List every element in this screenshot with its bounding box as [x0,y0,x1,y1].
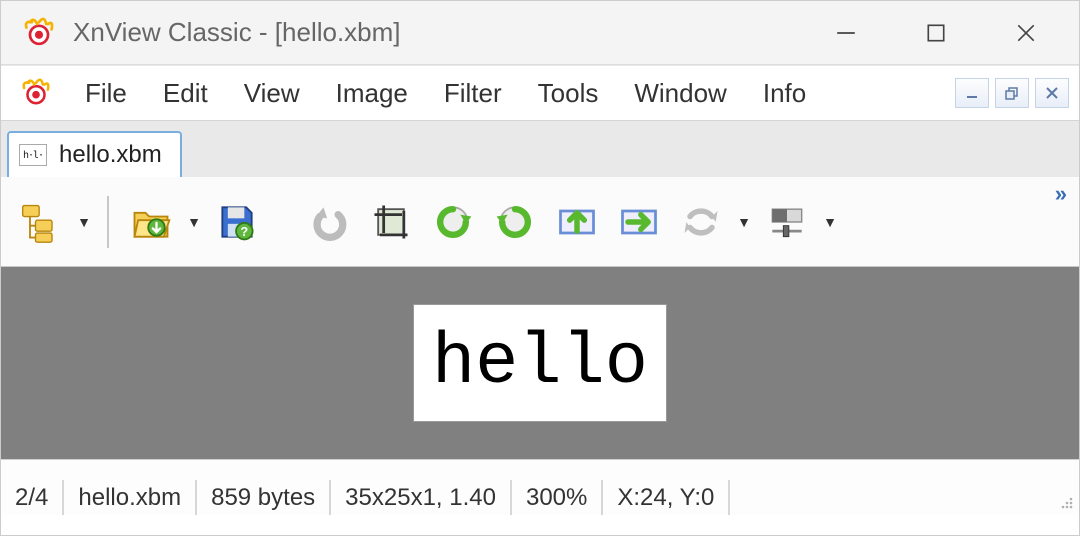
status-cursor: X:24, Y:0 [603,480,730,515]
save-button[interactable]: ? [209,194,265,250]
status-filename: hello.xbm [64,480,197,515]
close-button[interactable] [981,1,1071,65]
refresh-button[interactable] [673,194,729,250]
image-content: hello [432,327,648,399]
app-logo-icon [19,76,53,110]
mdi-close-button[interactable] [1035,78,1069,108]
slider-icon [765,200,809,244]
refresh-dropdown[interactable]: ▼ [735,194,753,250]
arrow-up-frame-icon [555,200,599,244]
rotate-cw-icon [493,200,537,244]
adjust-dropdown[interactable]: ▼ [821,194,839,250]
tab-active[interactable]: h·l· hello.xbm [7,131,182,177]
browse-tree-icon [19,200,63,244]
resize-grip-icon[interactable] [1051,480,1079,515]
titlebar: XnView Classic - [hello.xbm] [1,1,1079,65]
status-filesize: 859 bytes [197,480,331,515]
minimize-button[interactable] [801,1,891,65]
refresh-icon [679,200,723,244]
toolbar-overflow-icon[interactable]: » [1055,181,1065,207]
rotate-ccw-icon [431,200,475,244]
rotate-ccw-button[interactable] [425,194,481,250]
next-image-button[interactable] [611,194,667,250]
open-folder-icon [129,200,173,244]
arrow-right-frame-icon [617,200,661,244]
menu-window[interactable]: Window [616,74,744,113]
tabbar: h·l· hello.xbm [1,121,1079,177]
rotate-cw-button[interactable] [487,194,543,250]
status-index: 2/4 [1,480,64,515]
window-title: XnView Classic - [hello.xbm] [73,17,401,48]
toolbar: ▼ ▼ ? [1,177,1079,267]
tab-thumbnail-icon: h·l· [19,144,47,166]
menu-edit[interactable]: Edit [145,74,226,113]
status-dimensions: 35x25x1, 1.40 [331,480,512,515]
app-logo-icon [21,15,57,51]
crop-button[interactable] [363,194,419,250]
menu-tools[interactable]: Tools [520,74,617,113]
maximize-button[interactable] [891,1,981,65]
toolbar-separator [107,196,109,248]
save-icon: ? [215,200,259,244]
svg-text:?: ? [240,223,248,238]
open-button[interactable] [123,194,179,250]
image-canvas[interactable]: hello [1,267,1079,459]
menu-filter[interactable]: Filter [426,74,520,113]
crop-icon [369,200,413,244]
previous-image-button[interactable] [549,194,605,250]
menu-info[interactable]: Info [745,74,824,113]
menu-view[interactable]: View [226,74,318,113]
menubar: File Edit View Image Filter Tools Window… [1,65,1079,121]
undo-icon [307,200,351,244]
image-frame: hello [413,304,667,422]
adjust-button[interactable] [759,194,815,250]
menu-image[interactable]: Image [318,74,426,113]
mdi-restore-button[interactable] [995,78,1029,108]
statusbar: 2/4 hello.xbm 859 bytes 35x25x1, 1.40 30… [1,459,1079,515]
tab-label: hello.xbm [59,141,162,169]
status-zoom: 300% [512,480,603,515]
open-dropdown[interactable]: ▼ [185,194,203,250]
browse-tree-button[interactable] [13,194,69,250]
mdi-minimize-button[interactable] [955,78,989,108]
menu-file[interactable]: File [67,74,145,113]
browse-tree-dropdown[interactable]: ▼ [75,194,93,250]
undo-button[interactable] [301,194,357,250]
